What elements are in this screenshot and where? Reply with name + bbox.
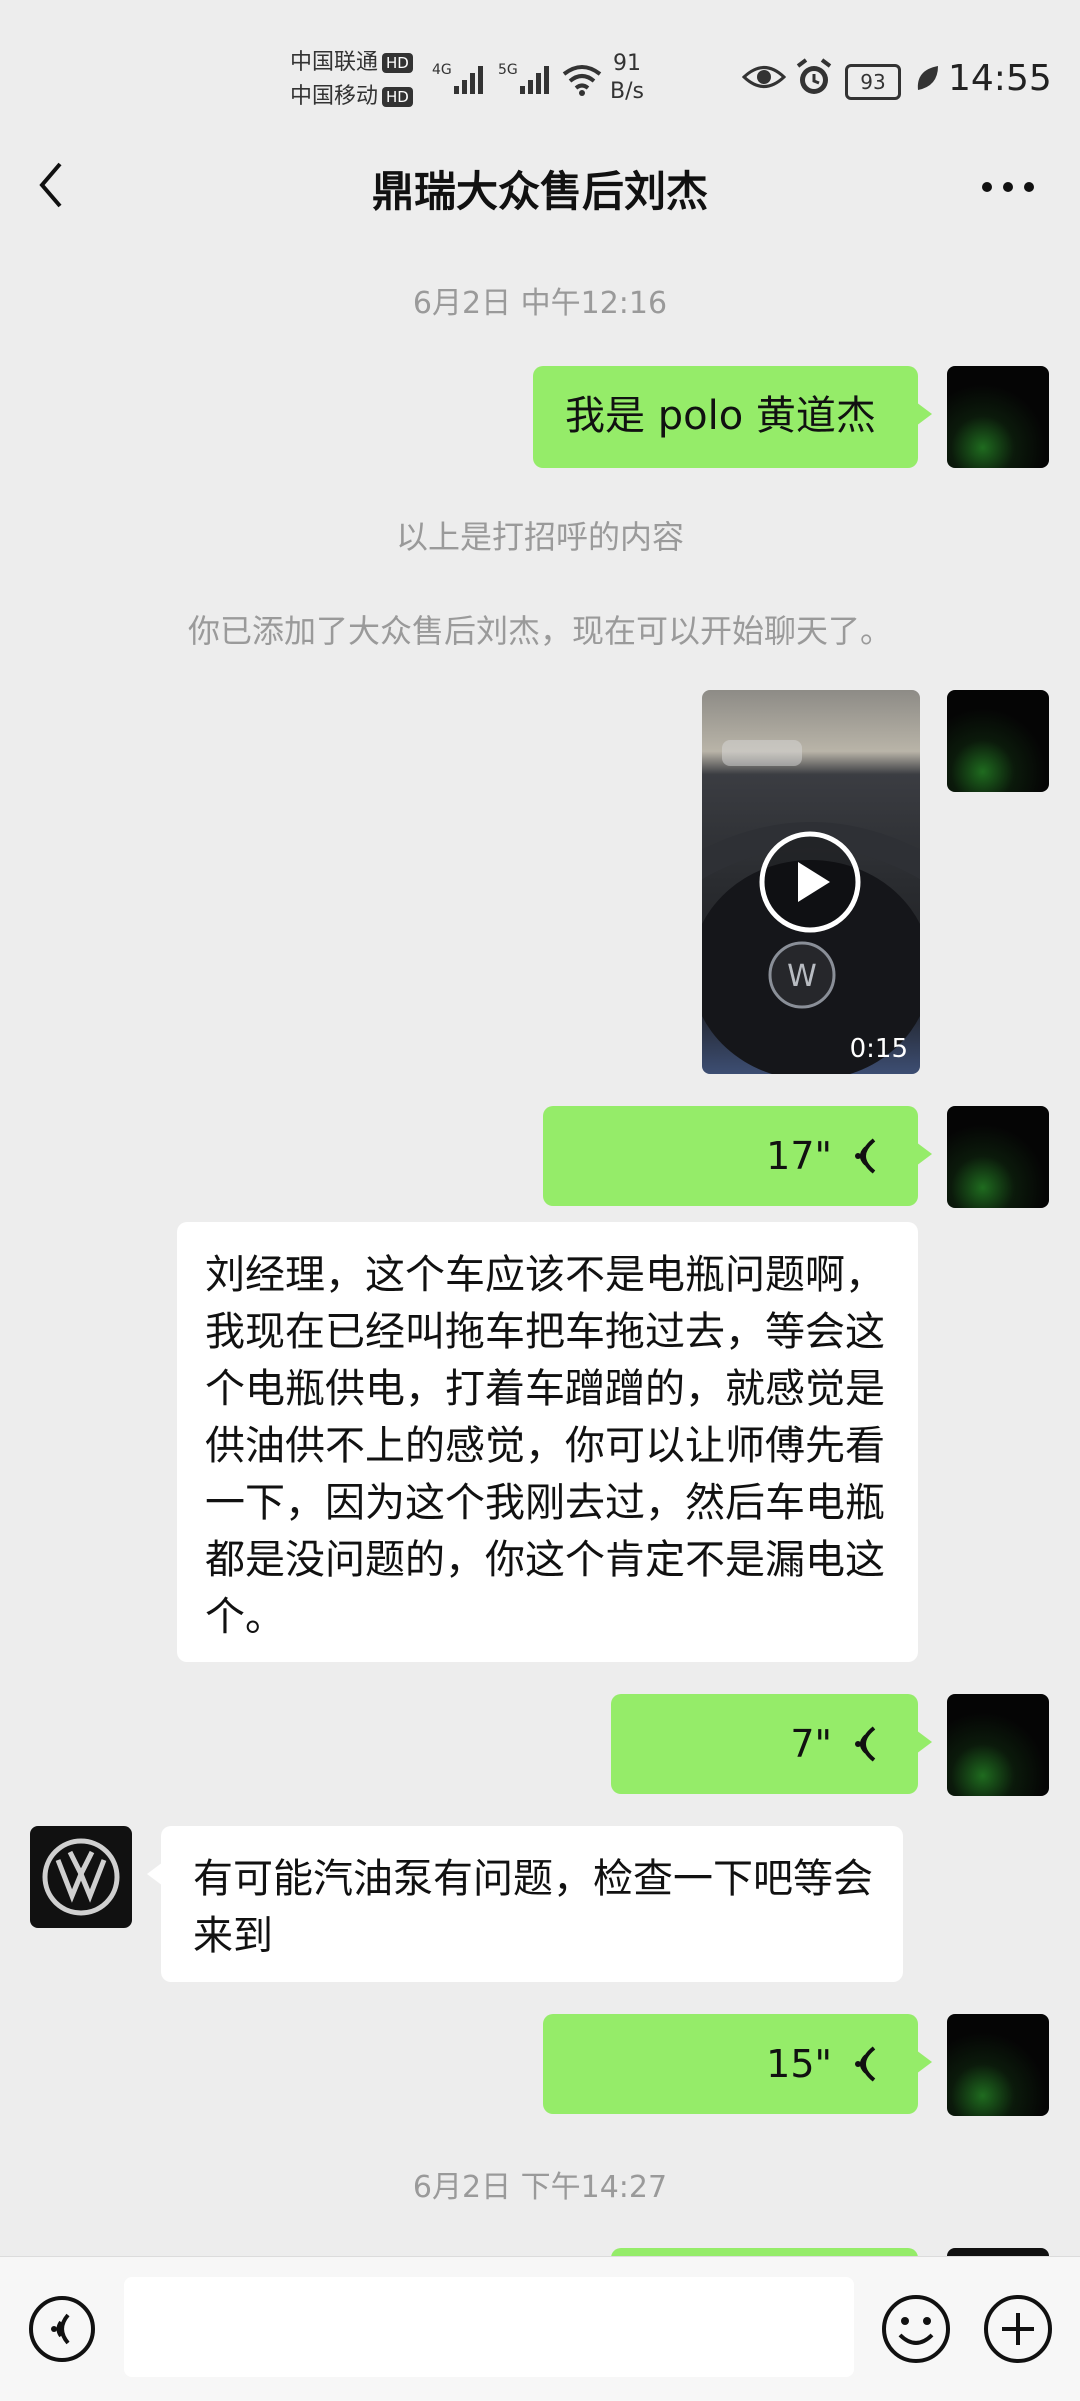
vw-logo-icon [42, 1838, 120, 1916]
message-input[interactable] [124, 2277, 854, 2377]
status-bar: 中国联通 HD 中国移动 HD 4G 5G 91 B/s 93 14:55 [0, 0, 1080, 130]
contact-avatar[interactable] [30, 1826, 132, 1928]
signal-4g-icon: 4G [432, 62, 483, 94]
video-duration: 0:15 [849, 1034, 908, 1064]
message-text: 我是 polo 黄道杰 [565, 393, 876, 439]
my-avatar[interactable] [947, 2014, 1049, 2116]
message-bubble[interactable]: 刘经理，这个车应该不是电瓶问题啊，我现在已经叫拖车把车拖过去，等会这个电瓶供电，… [177, 1222, 918, 1662]
network-speed: 91 B/s [610, 51, 644, 104]
chat-header: 鼎瑞大众售后刘杰 [0, 130, 1080, 240]
eye-icon [742, 66, 786, 88]
voice-message[interactable]: 15" [543, 2014, 932, 2114]
carrier-2: 中国移动 [290, 84, 379, 109]
alarm-icon [796, 58, 832, 94]
svg-text:4G: 4G [432, 62, 452, 78]
my-avatar[interactable] [947, 1106, 1049, 1208]
svg-text:5G: 5G [498, 62, 518, 78]
more-icon[interactable] [980, 180, 1036, 194]
carrier-info: 中国联通 HD 中国移动 HD [290, 46, 413, 114]
voice-input-icon[interactable] [28, 2295, 96, 2363]
hd-badge: HD [382, 87, 413, 107]
my-avatar[interactable] [947, 1694, 1049, 1796]
status-time: 14:55 [948, 58, 1052, 99]
voice-message[interactable]: 7" [611, 1694, 932, 1794]
carrier-1: 中国联通 [290, 50, 379, 75]
plus-icon[interactable] [982, 2293, 1054, 2365]
play-icon[interactable] [758, 830, 862, 934]
my-avatar[interactable] [947, 366, 1049, 468]
battery-indicator: 93 [845, 64, 901, 100]
emoji-icon[interactable] [880, 2293, 952, 2365]
input-bar [0, 2256, 1080, 2401]
signal-5g-icon: 5G [498, 62, 549, 94]
hd-badge: HD [382, 53, 413, 73]
voice-message[interactable]: 17" [543, 1106, 932, 1206]
voice-duration: 15" [766, 2041, 832, 2086]
video-message[interactable]: W 0:15 [702, 690, 920, 1074]
sent-message-bubble[interactable]: 我是 polo 黄道杰 [533, 366, 932, 468]
voice-wave-icon [855, 1726, 876, 1762]
system-message: 以上是打招呼的内容 [395, 518, 684, 556]
timestamp: 6月2日 下午14:27 [412, 2170, 668, 2205]
message-text: 有可能汽油泵有问题，检查一下吧等会来到 [193, 1856, 873, 1959]
chat-title: 鼎瑞大众售后刘杰 [371, 167, 708, 216]
leaf-icon [917, 66, 938, 90]
received-message-bubble[interactable]: 有可能汽油泵有问题，检查一下吧等会来到 [147, 1826, 903, 1982]
system-message: 你已添加了大众售后刘杰，现在可以开始聊天了。 [187, 612, 892, 650]
my-avatar[interactable] [947, 690, 1049, 792]
timestamp: 6月2日 中午12:16 [412, 286, 668, 321]
voice-wave-icon [855, 1138, 876, 1174]
voice-duration: 17" [766, 1133, 832, 1178]
voice-duration: 7" [790, 1721, 832, 1766]
message-text: 刘经理，这个车应该不是电瓶问题啊，我现在已经叫拖车把车拖过去，等会这个电瓶供电，… [205, 1252, 885, 1640]
wifi-icon [562, 65, 602, 96]
voice-wave-icon [855, 2046, 876, 2082]
svg-text:W: W [787, 959, 817, 994]
